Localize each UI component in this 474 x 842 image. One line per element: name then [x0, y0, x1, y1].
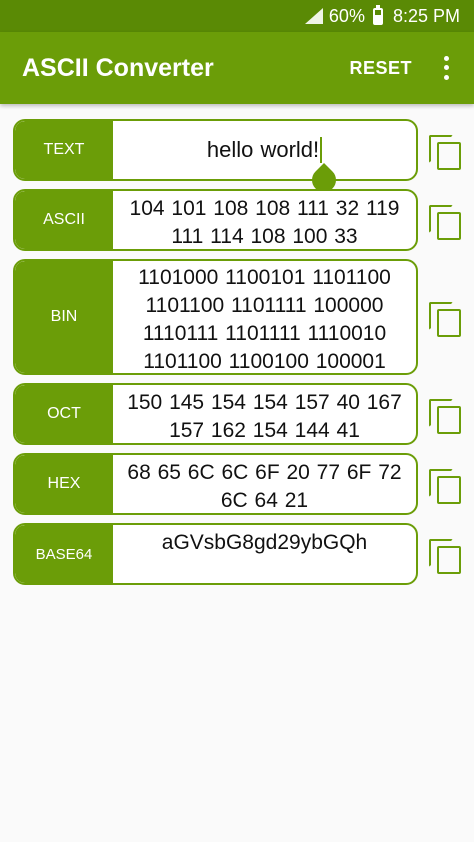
copy-icon[interactable] — [427, 537, 461, 574]
hex-label: HEX — [15, 455, 113, 513]
copy-icon[interactable] — [427, 203, 461, 240]
battery-percent: 60% — [328, 5, 365, 26]
base64-label: BASE64 — [15, 525, 113, 583]
hex-output[interactable]: 68 65 6C 6C 6F 20 77 6F 72 6C 64 21 — [113, 455, 416, 513]
text-input[interactable]: hello world! — [113, 121, 416, 179]
overflow-menu-icon[interactable] — [434, 54, 458, 82]
text-row: TEXT hello world! — [13, 119, 461, 181]
battery-icon — [372, 4, 383, 25]
bin-label: BIN — [15, 261, 113, 373]
app-bar: ASCII Converter RESET — [0, 32, 474, 104]
text-input-value: hello world! — [206, 137, 320, 162]
oct-row: OCT 150 145 154 154 157 40 167 157 162 1… — [13, 383, 461, 445]
bin-field-box: BIN 1101000 1100101 1101100 1101100 1101… — [13, 259, 418, 375]
text-cursor — [320, 137, 323, 163]
reset-button[interactable]: RESET — [349, 58, 412, 79]
oct-field-box: OCT 150 145 154 154 157 40 167 157 162 1… — [13, 383, 418, 445]
bin-row: BIN 1101000 1100101 1101100 1101100 1101… — [13, 259, 461, 375]
app-title: ASCII Converter — [22, 53, 214, 82]
copy-icon[interactable] — [427, 300, 461, 337]
oct-output[interactable]: 150 145 154 154 157 40 167 157 162 154 1… — [113, 385, 416, 443]
text-field-box: TEXT hello world! — [13, 119, 418, 181]
copy-icon[interactable] — [427, 467, 461, 504]
oct-label: OCT — [15, 385, 113, 443]
copy-icon[interactable] — [427, 397, 461, 434]
base64-output[interactable]: aGVsbG8gd29ybGQh — [113, 525, 416, 583]
status-bar: 60% 8:25 PM — [0, 0, 474, 32]
signal-icon — [304, 8, 323, 24]
text-label: TEXT — [15, 121, 113, 179]
base64-row: BASE64 aGVsbG8gd29ybGQh — [13, 523, 461, 585]
ascii-field-box: ASCII 104 101 108 108 111 32 119 111 114… — [13, 189, 418, 251]
hex-row: HEX 68 65 6C 6C 6F 20 77 6F 72 6C 64 21 — [13, 453, 461, 515]
ascii-output[interactable]: 104 101 108 108 111 32 119 111 114 108 1… — [113, 191, 416, 249]
base64-field-box: BASE64 aGVsbG8gd29ybGQh — [13, 523, 418, 585]
hex-field-box: HEX 68 65 6C 6C 6F 20 77 6F 72 6C 64 21 — [13, 453, 418, 515]
bin-output[interactable]: 1101000 1100101 1101100 1101100 1101111 … — [113, 261, 416, 373]
clock: 8:25 PM — [392, 5, 460, 26]
ascii-row: ASCII 104 101 108 108 111 32 119 111 114… — [13, 189, 461, 251]
ascii-label: ASCII — [15, 191, 113, 249]
copy-icon[interactable] — [427, 133, 461, 170]
